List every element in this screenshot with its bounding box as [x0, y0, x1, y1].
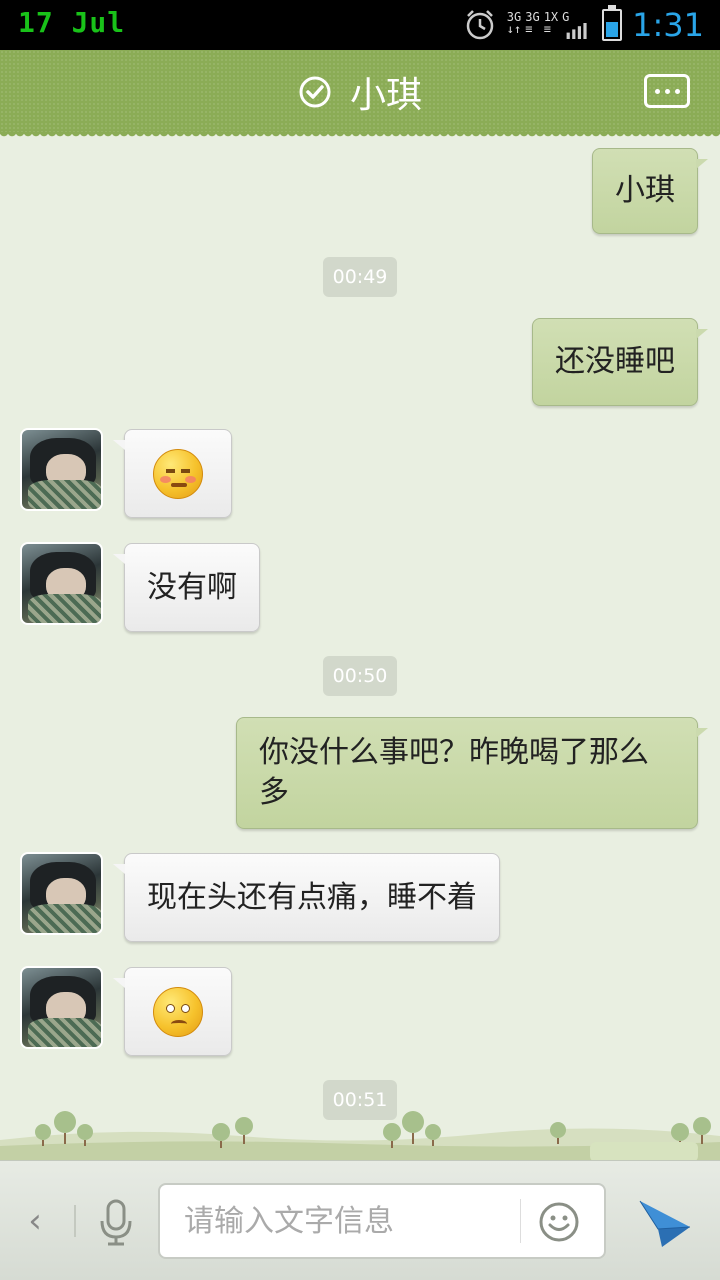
- check-circle-icon: [299, 76, 331, 108]
- divider: [520, 1199, 521, 1243]
- microphone-icon[interactable]: [96, 1197, 136, 1247]
- smiley-icon[interactable]: [538, 1201, 580, 1243]
- avatar[interactable]: [20, 966, 103, 1049]
- avatar[interactable]: [20, 542, 103, 625]
- status-bar: 17 Jul 3G ↓↑ 3G ≡ 1X ≡ G 1:31: [0, 0, 720, 50]
- message-text: 还没睡吧: [555, 344, 675, 379]
- input-bar: ‹: [0, 1160, 720, 1280]
- divider: [74, 1205, 76, 1237]
- battery-icon: [602, 5, 623, 41]
- chat-header: 小琪: [0, 50, 720, 140]
- network-label: G: [562, 10, 570, 24]
- landscape-decoration: [0, 1111, 720, 1162]
- status-icons: 3G ↓↑ 3G ≡ 1X ≡ G 1:31: [463, 5, 704, 44]
- signal-bars-icon: ≡: [543, 22, 551, 36]
- outgoing-message[interactable]: 小琪: [592, 148, 708, 234]
- alarm-icon: [466, 10, 494, 40]
- incoming-message[interactable]: 现在头还有点痛，睡不着: [113, 853, 500, 942]
- message-list[interactable]: 小琪 00:49 还没睡吧 没有啊 00:50 你没什么事吧？昨晚喝了那么多 现…: [0, 136, 720, 1160]
- battery-level: [606, 21, 619, 37]
- sad-emoji: [153, 986, 203, 1037]
- back-icon[interactable]: ‹: [20, 1201, 50, 1241]
- status-date: 17 Jul: [18, 6, 126, 39]
- message-text: 现在头还有点痛，睡不着: [147, 879, 477, 915]
- status-time: 1:31: [632, 6, 704, 44]
- incoming-message[interactable]: [113, 967, 232, 1056]
- data-arrows-icon: ↓↑: [506, 22, 522, 36]
- timestamp: 00:50: [323, 656, 397, 696]
- message-text: 小琪: [615, 173, 675, 208]
- signal-strength-icon: [566, 23, 587, 39]
- avatar[interactable]: [20, 852, 103, 935]
- more-icon[interactable]: [644, 74, 690, 108]
- incoming-message[interactable]: 没有啊: [113, 543, 260, 632]
- outgoing-message[interactable]: 你没什么事吧？昨晚喝了那么多: [236, 717, 708, 829]
- message-text: 没有啊: [147, 569, 237, 605]
- timestamp: 00:49: [323, 257, 397, 297]
- send-icon[interactable]: [636, 1197, 692, 1249]
- avatar[interactable]: [20, 428, 103, 511]
- outgoing-message[interactable]: 还没睡吧: [532, 318, 708, 406]
- sleepy-blush-emoji: [153, 448, 203, 499]
- signal-bars-icon: ≡: [525, 22, 533, 36]
- incoming-message[interactable]: [113, 429, 232, 518]
- message-text: 你没什么事吧？昨晚喝了那么多: [259, 735, 649, 810]
- contact-name: 小琪: [349, 75, 422, 116]
- header-title-group: 小琪: [0, 50, 720, 134]
